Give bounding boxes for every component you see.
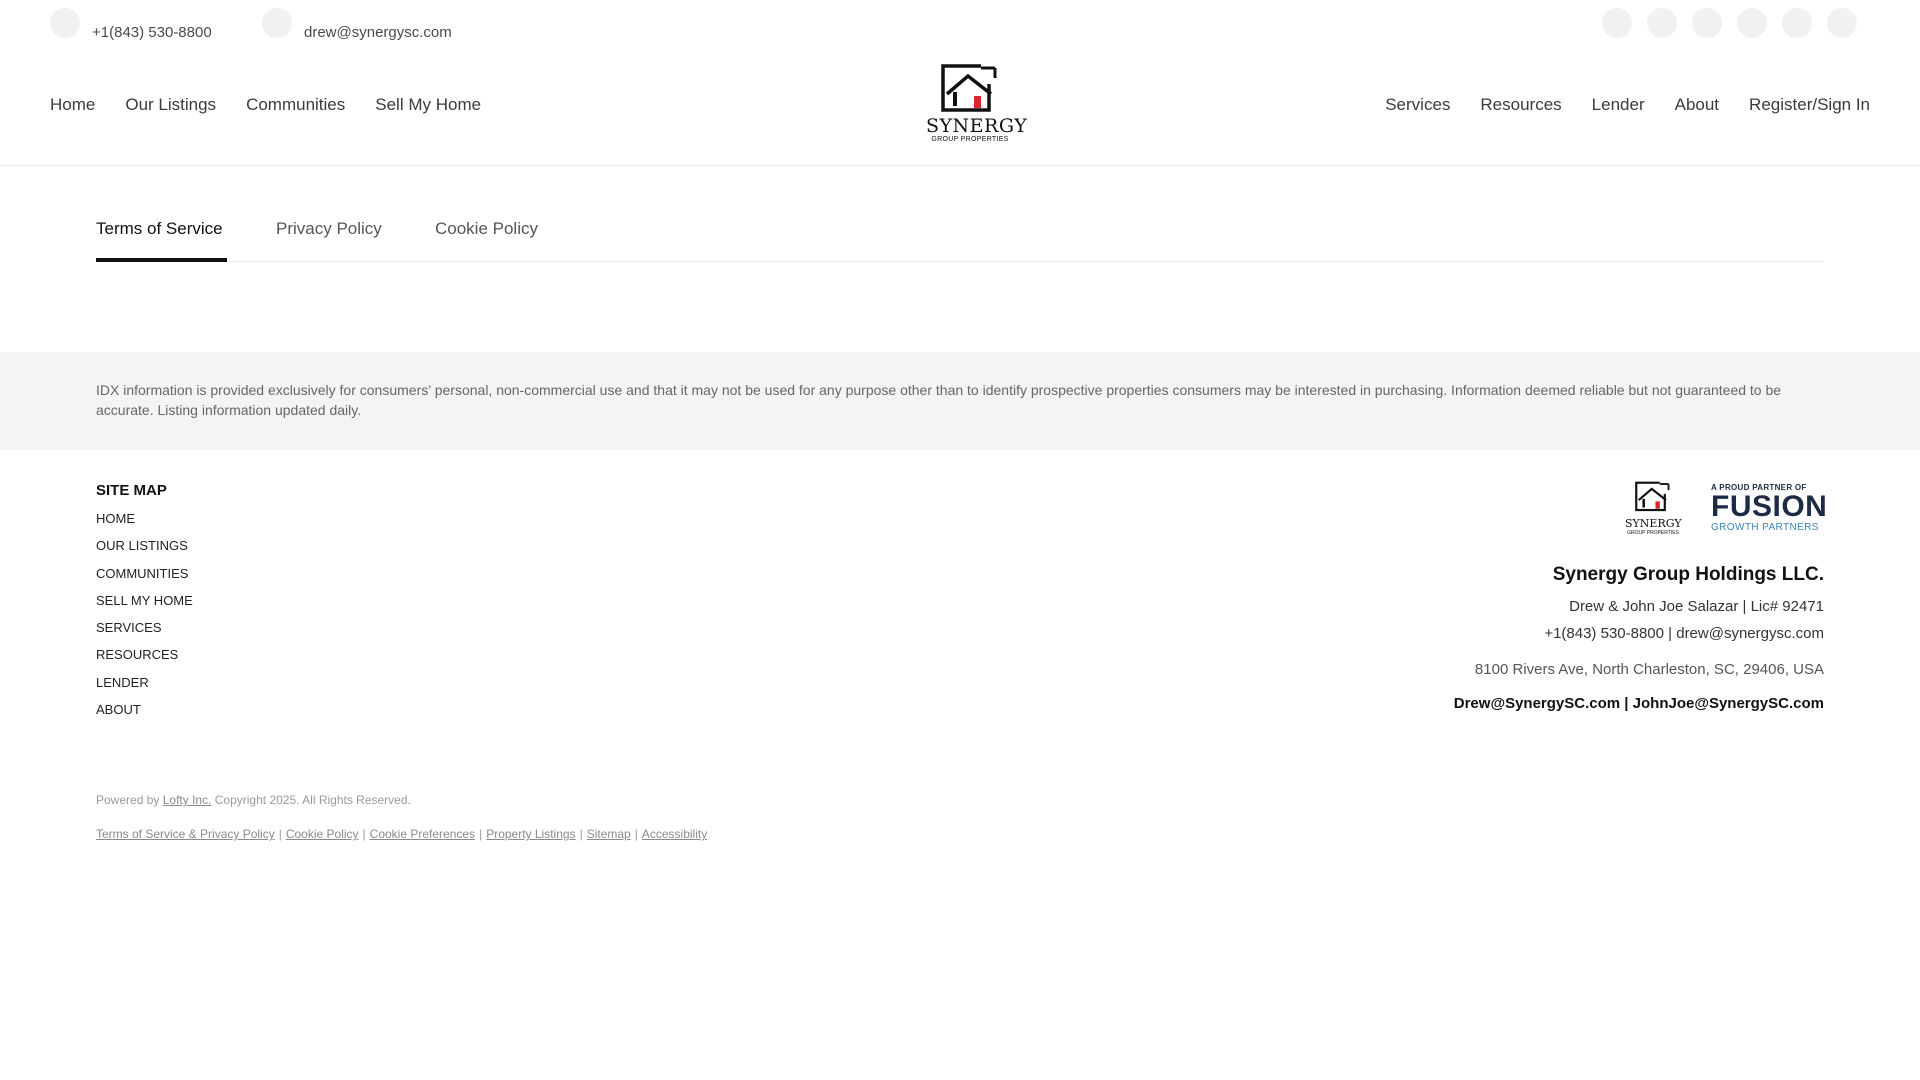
email-icon xyxy=(262,8,292,38)
footer-address: 8100 Rivers Ave, North Charleston, SC, 2… xyxy=(1474,661,1824,678)
powered-by: Powered by Lofty Inc. Copyright 2025. Al… xyxy=(96,793,411,807)
fusion-growth-text: GROWTH PARTNERS xyxy=(1711,522,1819,533)
fusion-partner-logo: A PROUD PARTNER OF FUSION GROWTH PARTNER… xyxy=(1711,483,1828,533)
legal-accessibility[interactable]: Accessibility xyxy=(642,827,707,841)
legal-sitemap[interactable]: Sitemap xyxy=(587,827,631,841)
powered-prefix: Powered by xyxy=(96,793,160,807)
house-mini-logo-icon xyxy=(1635,480,1671,511)
sitemap-item-sell-my-home[interactable]: SELL MY HOME xyxy=(96,591,193,618)
phone-text[interactable]: +1(843) 530-8800 xyxy=(92,24,212,41)
social-icon-5[interactable] xyxy=(1782,8,1812,38)
synergy-mini-logo: SYNERGY GROUP PROPERTIES xyxy=(1625,480,1682,536)
policy-tabs: Terms of Service Privacy Policy Cookie P… xyxy=(96,210,1824,262)
company-name: Synergy Group Holdings LLC. xyxy=(1552,564,1824,585)
sitemap-item-our-listings[interactable]: OUR LISTINGS xyxy=(96,536,193,563)
nav-home[interactable]: Home xyxy=(50,95,95,115)
nav-lender[interactable]: Lender xyxy=(1592,95,1645,115)
nav-communities[interactable]: Communities xyxy=(246,95,345,115)
sitemap-item-home[interactable]: HOME xyxy=(96,509,193,536)
email-contact[interactable]: drew@synergysc.com xyxy=(262,8,452,41)
nav-sell-my-home[interactable]: Sell My Home xyxy=(375,95,481,115)
tab-cookie-policy[interactable]: Cookie Policy xyxy=(435,219,538,239)
phone-contact[interactable]: +1(843) 530-8800 xyxy=(50,8,212,41)
sitemap-item-resources[interactable]: RESOURCES xyxy=(96,645,193,672)
social-icon-6[interactable] xyxy=(1827,8,1857,38)
tab-terms-of-service[interactable]: Terms of Service xyxy=(96,219,223,239)
copyright-text: Copyright 2025. All Rights Reserved. xyxy=(211,793,411,807)
social-icon-3[interactable] xyxy=(1692,8,1722,38)
nav-left: Home Our Listings Communities Sell My Ho… xyxy=(50,95,481,115)
social-icon-1[interactable] xyxy=(1602,8,1632,38)
synergy-logo[interactable]: SYNERGY GROUP PROPERTIES xyxy=(926,64,1028,154)
tab-privacy-policy[interactable]: Privacy Policy xyxy=(276,219,382,239)
nav-resources[interactable]: Resources xyxy=(1480,95,1561,115)
idx-disclaimer-band: IDX information is provided exclusively … xyxy=(0,352,1920,450)
mini-logo-subtitle: GROUP PROPERTIES xyxy=(1627,529,1679,536)
nav-right: Services Resources Lender About Register… xyxy=(1385,95,1870,115)
footer-emails[interactable]: Drew@SynergySC.com | JohnJoe@SynergySC.c… xyxy=(1304,695,1824,712)
nav-our-listings[interactable]: Our Listings xyxy=(125,95,216,115)
legal-links: Terms of Service & Privacy Policy | Cookie… xyxy=(96,827,708,841)
nav-about[interactable]: About xyxy=(1675,95,1719,115)
sitemap-item-about[interactable]: ABOUT xyxy=(96,700,193,727)
sitemap-list: HOME OUR LISTINGS COMMUNITIES SELL MY HO… xyxy=(96,509,193,727)
social-icon-4[interactable] xyxy=(1737,8,1767,38)
sitemap: SITE MAP HOME OUR LISTINGS COMMUNITIES S… xyxy=(96,482,193,727)
mini-logo-word: SYNERGY xyxy=(1625,516,1682,530)
lofty-link[interactable]: Lofty Inc. xyxy=(163,793,212,807)
agents-license: Drew & John Joe Salazar | Lic# 92471 xyxy=(1569,598,1824,615)
email-text[interactable]: drew@synergysc.com xyxy=(304,24,452,41)
footer-company-info: SYNERGY GROUP PROPERTIES A PROUD PARTNER… xyxy=(1304,480,1828,712)
logo-word: SYNERGY xyxy=(926,115,1028,137)
social-icon-2[interactable] xyxy=(1647,8,1677,38)
sitemap-title: SITE MAP xyxy=(96,482,167,499)
nav-services[interactable]: Services xyxy=(1385,95,1450,115)
phone-icon xyxy=(50,8,80,38)
house-logo-icon xyxy=(941,64,999,112)
logo-subtitle: GROUP PROPERTIES xyxy=(931,136,1009,143)
active-tab-indicator xyxy=(96,258,227,262)
main-nav: Home Our Listings Communities Sell My Ho… xyxy=(0,60,1920,166)
sitemap-item-services[interactable]: SERVICES xyxy=(96,618,193,645)
fusion-wordmark: FUSION xyxy=(1711,490,1828,523)
idx-disclaimer-text: IDX information is provided exclusively … xyxy=(96,382,1782,418)
legal-property-listings[interactable]: Property Listings xyxy=(486,827,575,841)
footer-phone-email[interactable]: +1(843) 530-8800 | drew@synergysc.com xyxy=(1304,625,1824,642)
legal-terms-privacy[interactable]: Terms of Service & Privacy Policy xyxy=(96,827,275,841)
legal-cookie-preferences[interactable]: Cookie Preferences xyxy=(370,827,475,841)
sitemap-item-communities[interactable]: COMMUNITIES xyxy=(96,564,193,591)
register-signin-link[interactable]: Register/Sign In xyxy=(1749,95,1870,115)
legal-cookie-policy[interactable]: Cookie Policy xyxy=(286,827,359,841)
top-contact-bar: +1(843) 530-8800 drew@synergysc.com xyxy=(0,0,1920,60)
social-links xyxy=(1602,8,1857,38)
partner-logos: SYNERGY GROUP PROPERTIES A PROUD PARTNER… xyxy=(1304,480,1828,536)
sitemap-item-lender[interactable]: LENDER xyxy=(96,673,193,700)
